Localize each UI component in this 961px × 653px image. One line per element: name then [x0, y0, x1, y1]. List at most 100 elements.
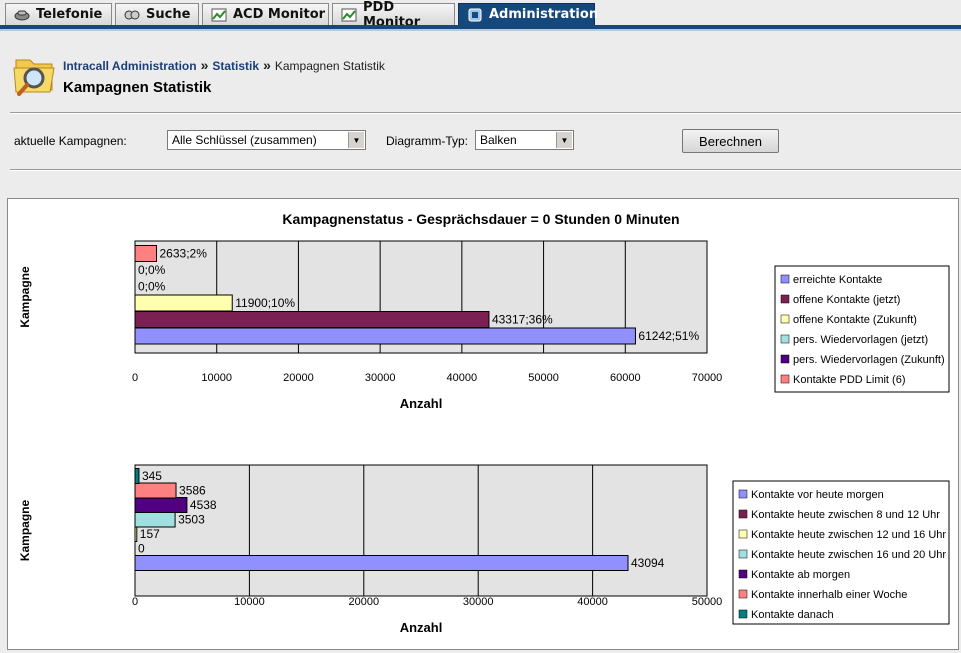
breadcrumb: Intracall Administration» Statistik» Kampa… — [63, 57, 385, 73]
x-tick-label: 60000 — [610, 372, 641, 384]
data-label: 61242;51% — [638, 329, 699, 343]
breadcrumb-current: Kampagnen Statistik — [274, 59, 385, 73]
divider — [10, 169, 961, 171]
legend-label: Kontakte ab morgen — [751, 569, 850, 581]
x-axis-label: Anzahl — [400, 396, 443, 411]
legend-swatch — [780, 374, 790, 384]
legend-label: Kontakte heute zwischen 16 und 20 Uhr — [751, 549, 946, 561]
tab-underline-shadow — [0, 29, 961, 31]
legend-label: pers. Wiedervorlagen (Zukunft) — [793, 354, 945, 366]
data-label: 2633;2% — [160, 247, 208, 261]
admin-icon — [467, 8, 483, 22]
diagram-type-select-value: Balken — [480, 133, 517, 147]
divider — [10, 112, 961, 114]
phone-icon — [14, 8, 30, 22]
legend-swatch — [738, 569, 748, 579]
legend-swatch — [738, 609, 748, 619]
x-tick-label: 10000 — [234, 596, 265, 608]
bar — [134, 555, 629, 571]
legend-swatch — [738, 589, 748, 599]
tab-label: Suche — [146, 7, 191, 22]
data-label: 11900;10% — [235, 296, 295, 310]
chart-title: Kampagnenstatus - Gesprächsdauer = 0 Stu… — [282, 211, 679, 227]
legend-label: offene Kontakte (jetzt) — [793, 294, 900, 306]
chart-panel: Kampagnenstatus - Gesprächsdauer = 0 Stu… — [7, 198, 959, 650]
breadcrumb-separator: » — [263, 57, 271, 73]
diagram-type-select[interactable]: Balken ▼ — [475, 130, 574, 150]
legend-label: Kontakte heute zwischen 8 und 12 Uhr — [751, 509, 940, 521]
dropdown-arrow-icon[interactable]: ▼ — [348, 132, 364, 148]
data-label: 345 — [142, 469, 162, 483]
legend-label: Kontakte heute zwischen 12 und 16 Uhr — [751, 529, 946, 541]
y-axis-label: Kampagne — [18, 500, 32, 562]
bar — [134, 311, 490, 328]
legend-swatch — [780, 354, 790, 364]
x-tick-label: 30000 — [463, 596, 494, 608]
x-tick-label: 30000 — [365, 372, 396, 384]
data-label: 43094 — [631, 556, 665, 570]
tab-label: Telefonie — [36, 7, 103, 22]
bar — [134, 497, 188, 513]
legend-swatch — [738, 549, 748, 559]
tab-telefonie[interactable]: Telefonie — [5, 3, 112, 25]
data-label: 4538 — [190, 498, 217, 512]
x-tick-label: 0 — [132, 596, 138, 608]
calculate-button[interactable]: Berechnen — [682, 129, 779, 153]
diagram-type-label: Diagramm-Typ: — [386, 134, 469, 148]
y-axis-label: Kampagne — [18, 266, 32, 328]
breadcrumb-link-statistik[interactable]: Statistik — [212, 59, 259, 73]
x-tick-label: 70000 — [692, 372, 723, 384]
campaign-select[interactable]: Alle Schlüssel (zusammen) ▼ — [167, 130, 366, 150]
bar — [134, 511, 176, 528]
data-label: 3586 — [179, 484, 206, 498]
legend-swatch — [738, 529, 748, 539]
legend-swatch — [780, 274, 790, 284]
data-label: 0 — [138, 542, 145, 556]
data-label: 157 — [140, 527, 160, 541]
bar — [134, 468, 140, 484]
legend-label: Kontakte vor heute morgen — [751, 489, 884, 501]
legend-swatch — [780, 294, 790, 304]
data-label: 0;0% — [138, 280, 166, 294]
legend-label: pers. Wiedervorlagen (jetzt) — [793, 334, 928, 346]
tab-bar: Telefonie Suche ACD Monitor PDD Monitor … — [0, 0, 961, 30]
x-tick-label: 40000 — [447, 372, 478, 384]
legend-swatch — [780, 314, 790, 324]
legend-label: Kontakte innerhalb einer Woche — [751, 589, 907, 601]
tab-administration[interactable]: Administration — [458, 3, 599, 25]
folder-search-icon — [10, 52, 60, 98]
legend-swatch — [780, 334, 790, 344]
campaign-select-value: Alle Schlüssel (zusammen) — [172, 133, 317, 147]
tab-pdd-monitor[interactable]: PDD Monitor — [332, 0, 455, 30]
legend-label: Kontakte danach — [751, 609, 834, 621]
tab-acd-monitor[interactable]: ACD Monitor — [202, 3, 329, 25]
data-label: 43317;36% — [492, 313, 553, 327]
x-tick-label: 20000 — [283, 372, 314, 384]
legend-swatch — [738, 509, 748, 519]
legend-label: offene Kontakte (Zukunft) — [793, 314, 917, 326]
tab-label: ACD Monitor — [233, 7, 326, 22]
data-label: 0;0% — [138, 263, 166, 277]
legend-label: erreichte Kontakte — [793, 274, 882, 286]
bar — [134, 526, 138, 542]
legend-label: Kontakte PDD Limit (6) — [793, 374, 905, 386]
x-tick-label: 20000 — [349, 596, 380, 608]
tab-suche[interactable]: Suche — [115, 3, 199, 25]
bar — [134, 245, 158, 262]
charts-canvas: Kampagnenstatus - Gesprächsdauer = 0 Stu… — [18, 211, 950, 635]
bar — [134, 482, 177, 499]
legend-swatch — [738, 489, 748, 499]
breadcrumb-separator: » — [200, 57, 209, 73]
dropdown-arrow-icon[interactable]: ▼ — [556, 132, 572, 148]
x-tick-label: 10000 — [201, 372, 232, 384]
chart-icon — [341, 8, 357, 22]
search-icon — [124, 8, 140, 22]
chart-icon — [211, 8, 227, 22]
x-tick-label: 50000 — [692, 596, 723, 608]
x-axis-label: Anzahl — [400, 620, 443, 635]
x-tick-label: 50000 — [528, 372, 559, 384]
breadcrumb-link-administration[interactable]: Intracall Administration — [63, 59, 197, 73]
campaign-label: aktuelle Kampagnen: — [14, 134, 127, 148]
tab-label: Administration — [489, 7, 599, 22]
bar — [134, 327, 636, 345]
